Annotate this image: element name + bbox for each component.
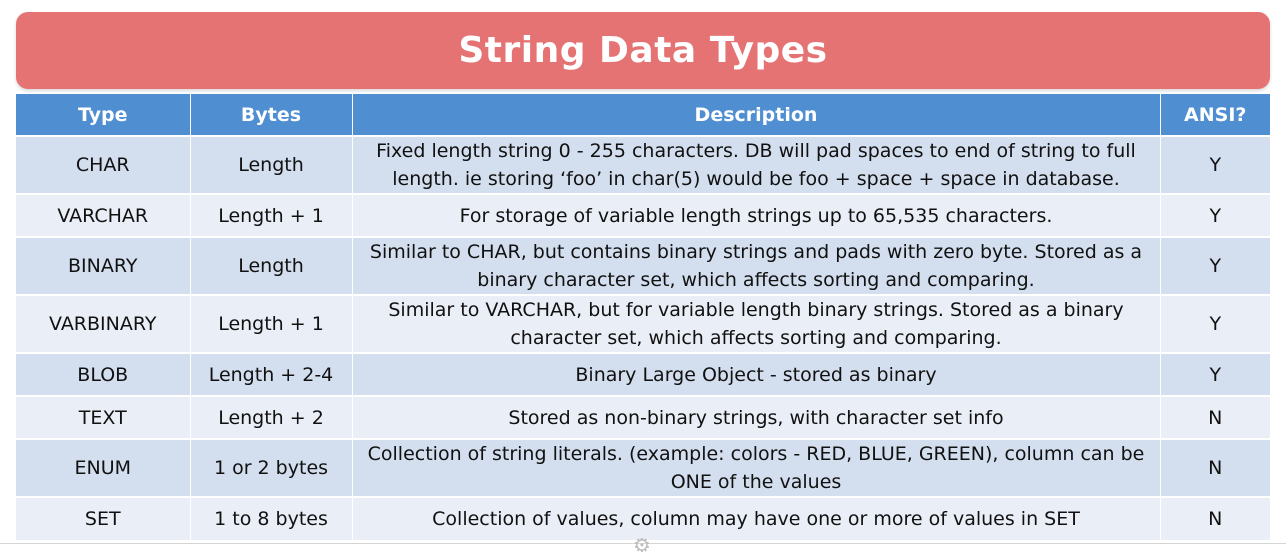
cell-type: ENUM xyxy=(16,438,191,497)
cell-description: Similar to CHAR, but contains binary str… xyxy=(352,236,1161,295)
cell-type: BINARY xyxy=(16,236,191,295)
title-banner: String Data Types xyxy=(16,12,1270,89)
table-row: ENUM 1 or 2 bytes Collection of string l… xyxy=(16,438,1270,497)
cell-ansi: N xyxy=(1160,438,1270,497)
table-row: SET 1 to 8 bytes Collection of values, c… xyxy=(16,496,1270,540)
cell-ansi: N xyxy=(1160,395,1270,439)
cell-type: VARCHAR xyxy=(16,193,191,237)
cell-bytes: Length xyxy=(190,236,353,295)
cell-type: VARBINARY xyxy=(16,294,191,353)
table-row: BLOB Length + 2-4 Binary Large Object - … xyxy=(16,352,1270,396)
cell-ansi: Y xyxy=(1160,135,1270,194)
cell-ansi: Y xyxy=(1160,236,1270,295)
cell-ansi: Y xyxy=(1160,294,1270,353)
column-header-ansi: ANSI? xyxy=(1160,94,1270,136)
table-row: VARCHAR Length + 1 For storage of variab… xyxy=(16,193,1270,237)
cell-bytes: Length + 1 xyxy=(190,193,353,237)
column-header-description: Description xyxy=(352,94,1161,136)
cell-description: Collection of values, column may have on… xyxy=(352,496,1161,540)
cell-description: Similar to VARCHAR, but for variable len… xyxy=(352,294,1161,353)
cell-bytes: Length + 1 xyxy=(190,294,353,353)
string-types-table: Type Bytes Description ANSI? CHAR Length… xyxy=(16,94,1270,540)
table-row: BINARY Length Similar to CHAR, but conta… xyxy=(16,236,1270,295)
gear-icon: ⚙ xyxy=(633,538,651,552)
cell-bytes: Length xyxy=(190,135,353,194)
column-header-type: Type xyxy=(16,94,191,136)
cell-bytes: Length + 2-4 xyxy=(190,352,353,396)
cell-bytes: 1 to 8 bytes xyxy=(190,496,353,540)
cell-description: Collection of string literals. (example:… xyxy=(352,438,1161,497)
cell-description: Binary Large Object - stored as binary xyxy=(352,352,1161,396)
cell-bytes: 1 or 2 bytes xyxy=(190,438,353,497)
page-title: String Data Types xyxy=(458,30,828,71)
cell-bytes: Length + 2 xyxy=(190,395,353,439)
cell-ansi: Y xyxy=(1160,352,1270,396)
cell-type: SET xyxy=(16,496,191,540)
table-header-row: Type Bytes Description ANSI? xyxy=(16,94,1270,136)
cell-type: CHAR xyxy=(16,135,191,194)
cell-type: TEXT xyxy=(16,395,191,439)
table-row: CHAR Length Fixed length string 0 - 255 … xyxy=(16,135,1270,194)
cell-description: Stored as non-binary strings, with chara… xyxy=(352,395,1161,439)
table-row: TEXT Length + 2 Stored as non-binary str… xyxy=(16,395,1270,439)
cell-ansi: N xyxy=(1160,496,1270,540)
column-header-bytes: Bytes xyxy=(190,94,353,136)
cell-ansi: Y xyxy=(1160,193,1270,237)
cell-description: Fixed length string 0 - 255 characters. … xyxy=(352,135,1161,194)
cell-type: BLOB xyxy=(16,352,191,396)
cell-description: For storage of variable length strings u… xyxy=(352,193,1161,237)
table-row: VARBINARY Length + 1 Similar to VARCHAR,… xyxy=(16,294,1270,353)
